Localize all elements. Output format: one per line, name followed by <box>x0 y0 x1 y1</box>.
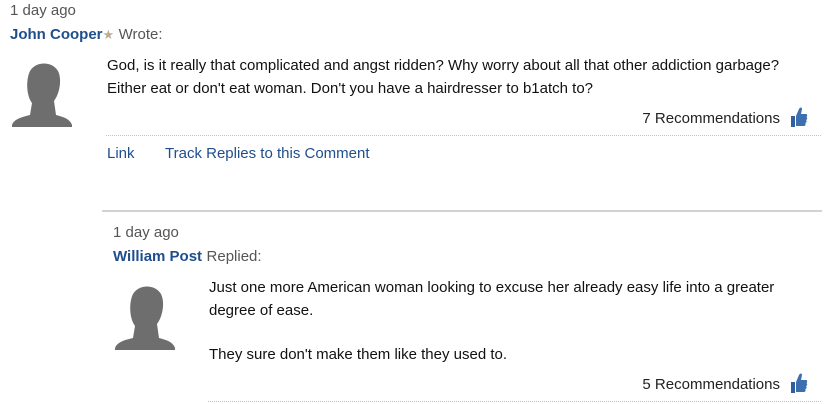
comment-timestamp: 1 day ago <box>10 2 76 19</box>
reply-separator <box>102 210 822 212</box>
reply-byline: William Post Replied: <box>113 248 262 266</box>
default-avatar-icon <box>115 286 175 350</box>
comment-author-link[interactable]: John Cooper <box>10 26 103 43</box>
comment-divider <box>106 135 821 136</box>
reply-divider <box>208 401 821 402</box>
thumbs-up-icon[interactable] <box>790 372 808 394</box>
reply-verb: Replied: <box>206 248 262 265</box>
comment-body: God, is it really that complicated and a… <box>107 57 780 97</box>
thumbs-up-icon[interactable] <box>790 106 808 128</box>
reply-paragraph: Just one more American woman looking to … <box>209 279 775 319</box>
track-replies-link[interactable]: Track Replies to this Comment <box>165 145 370 162</box>
reply-timestamp: 1 day ago <box>113 224 179 241</box>
comment-verb: Wrote: <box>118 26 163 43</box>
comment-byline: John Cooper★ Wrote: <box>10 26 163 44</box>
default-avatar-icon <box>12 63 72 127</box>
reply-recommendations[interactable]: 5 Recommendations <box>560 376 780 393</box>
star-icon: ★ <box>102 27 115 42</box>
comment-permalink[interactable]: Link <box>107 145 135 162</box>
reply-author-link[interactable]: William Post <box>113 248 202 265</box>
comment-recommendations[interactable]: 7 Recommendations <box>560 110 780 127</box>
reply-paragraph: They sure don't make them like they used… <box>209 346 508 363</box>
